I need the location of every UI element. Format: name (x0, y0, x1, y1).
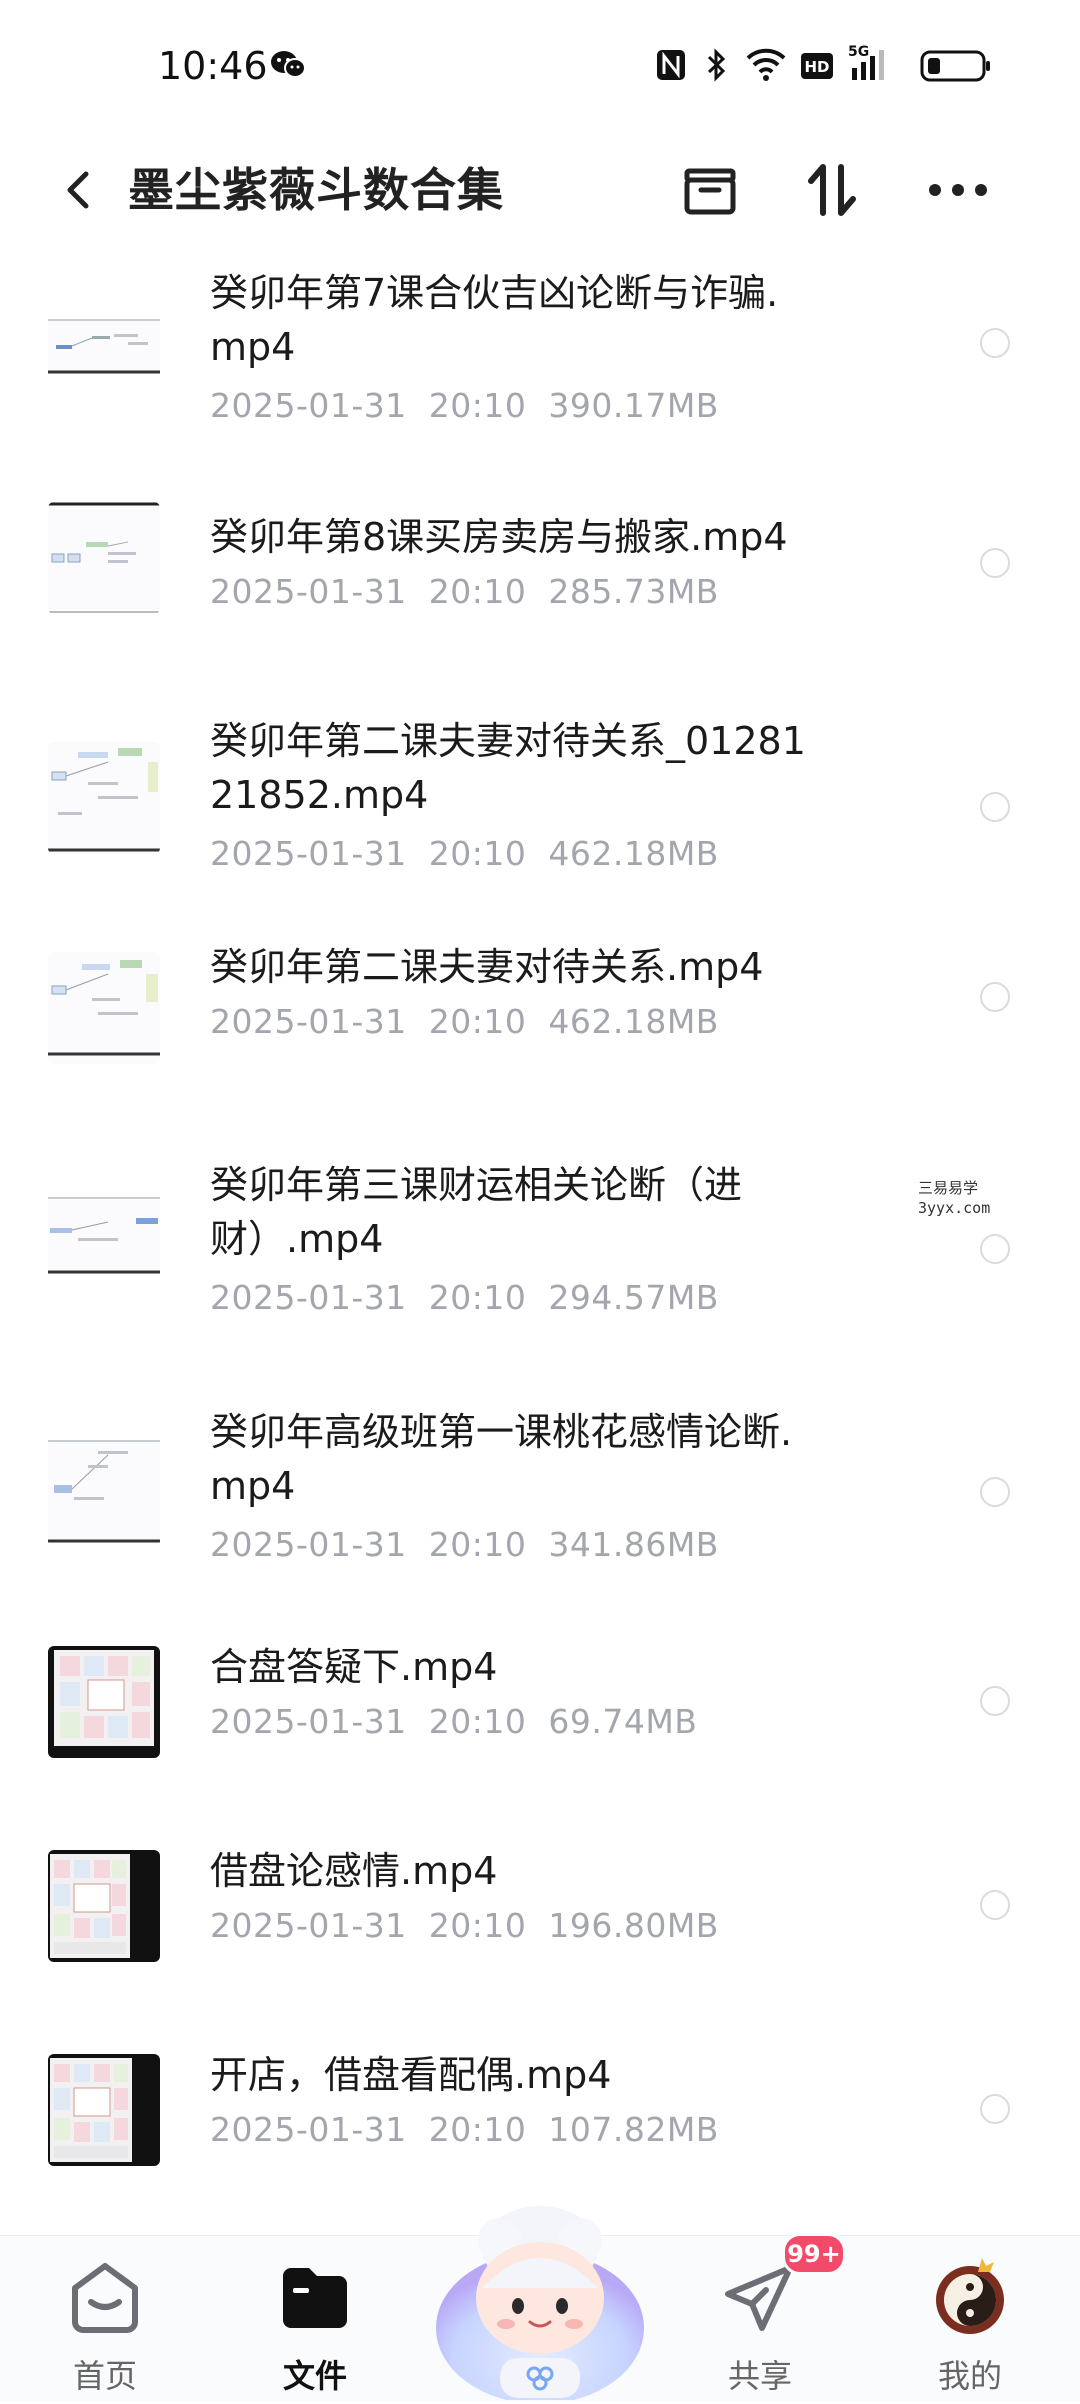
select-radio[interactable] (980, 328, 1010, 358)
file-meta: 2025-01-31 20:10 462.18MB (210, 1002, 719, 1041)
home-icon (72, 2263, 138, 2333)
watermark-line1: 三易易学 (918, 1179, 979, 1197)
file-row[interactable]: 合盘答疑下.mp4 2025-01-31 20:10 69.74MB (0, 1640, 1080, 1820)
top-bar: 墨尘紫薇斗数合集 (0, 130, 1080, 250)
file-name: 癸卯年第三课财运相关论断（进财）.mp4 (210, 1163, 743, 1261)
yin-yang-avatar-icon (936, 2258, 1004, 2334)
hd-icon: HD (800, 52, 834, 84)
status-time: 10:46 (158, 44, 268, 88)
file-row[interactable]: 癸卯年第二课夫妻对待关系.mp4 2025-01-31 20:10 462.18… (0, 940, 1080, 1120)
nav-share-label: 共享 (727, 2357, 792, 2395)
share-badge: 99+ (782, 2233, 846, 2275)
svg-text:5G: 5G (848, 44, 869, 60)
video-thumbnail (48, 1646, 160, 1758)
assistant-mascot-button[interactable] (430, 2178, 650, 2404)
file-name: 癸卯年第二课夫妻对待关系_0128121852.mp4 (210, 719, 806, 817)
video-thumbnail (48, 1850, 160, 1962)
nav-files[interactable]: 文件 (235, 2236, 395, 2401)
wechat-icon (270, 50, 306, 84)
signal-5g-icon: 5G (848, 42, 896, 86)
back-arrow-icon (67, 171, 89, 209)
file-meta: 2025-01-31 20:10 69.74MB (210, 1702, 698, 1741)
file-row[interactable]: 癸卯年第二课夫妻对待关系_0128121852.mp4 2025-01-31 2… (0, 700, 1080, 910)
nav-mine-label: 我的 (937, 2357, 1002, 2395)
archive-icon (684, 168, 736, 215)
select-radio[interactable] (980, 1234, 1010, 1264)
battery-icon (920, 50, 992, 86)
video-thumbnail (48, 742, 160, 854)
video-thumbnail (48, 290, 160, 402)
file-row[interactable]: 癸卯年第7课合伙吉凶论断与诈骗.mp4 2025-01-31 20:10 390… (0, 250, 1080, 460)
file-name: 开店，借盘看配偶.mp4 (210, 2053, 612, 2097)
file-row[interactable]: 癸卯年高级班第一课桃花感情论断.mp4 2025-01-31 20:10 341… (0, 1395, 1080, 1605)
file-meta: 2025-01-31 20:10 341.86MB (210, 1525, 719, 1564)
video-thumbnail (48, 2054, 160, 2166)
select-radio[interactable] (980, 1686, 1010, 1716)
file-meta: 2025-01-31 20:10 107.82MB (210, 2110, 719, 2149)
nfc-icon (655, 48, 687, 86)
file-name: 合盘答疑下.mp4 (210, 1645, 498, 1689)
video-thumbnail (48, 952, 160, 1064)
select-radio[interactable] (980, 1890, 1010, 1920)
file-name: 借盘论感情.mp4 (210, 1849, 498, 1893)
file-row[interactable]: 癸卯年第8课买房卖房与搬家.mp4 2025-01-31 20:10 285.7… (0, 490, 1080, 670)
folder-icon (283, 2268, 347, 2328)
more-button[interactable] (918, 150, 998, 230)
nav-mine[interactable]: 我的 (890, 2236, 1050, 2401)
file-row[interactable]: 借盘论感情.mp4 2025-01-31 20:10 196.80MB (0, 1844, 1080, 2024)
video-thumbnail (48, 1178, 160, 1290)
select-radio[interactable] (980, 2094, 1010, 2124)
svg-text:HD: HD (804, 58, 829, 76)
file-name: 癸卯年第7课合伙吉凶论断与诈骗.mp4 (210, 271, 779, 369)
file-name: 癸卯年第二课夫妻对待关系.mp4 (210, 945, 764, 989)
file-name: 癸卯年高级班第一课桃花感情论断.mp4 (210, 1410, 793, 1508)
back-button[interactable] (50, 158, 110, 222)
file-meta: 2025-01-31 20:10 196.80MB (210, 1906, 719, 1945)
file-meta: 2025-01-31 20:10 390.17MB (210, 386, 719, 425)
nav-home-label: 首页 (72, 2357, 137, 2395)
file-meta: 2025-01-31 20:10 294.57MB (210, 1278, 719, 1317)
archive-button[interactable] (670, 150, 750, 230)
watermark: 三易易学 3yyx.com (918, 1178, 990, 1218)
video-thumbnail (48, 1435, 160, 1547)
status-bar: 10:46 HD 5G (0, 0, 1080, 130)
sort-icon (808, 164, 856, 216)
select-radio[interactable] (980, 792, 1010, 822)
file-list: 癸卯年第7课合伙吉凶论断与诈骗.mp4 2025-01-31 20:10 390… (0, 250, 1080, 2235)
watermark-line2: 3yyx.com (918, 1199, 991, 1217)
file-name: 癸卯年第8课买房卖房与搬家.mp4 (210, 515, 788, 559)
select-radio[interactable] (980, 1477, 1010, 1507)
file-meta: 2025-01-31 20:10 285.73MB (210, 572, 719, 611)
video-thumbnail (48, 502, 160, 614)
wifi-icon (745, 46, 787, 86)
page-title: 墨尘紫薇斗数合集 (128, 163, 504, 217)
select-radio[interactable] (980, 982, 1010, 1012)
bluetooth-icon (705, 48, 729, 86)
file-meta: 2025-01-31 20:10 462.18MB (210, 834, 719, 873)
more-icon (929, 184, 987, 196)
nav-home[interactable]: 首页 (25, 2236, 185, 2401)
select-radio[interactable] (980, 548, 1010, 578)
sort-button[interactable] (792, 150, 872, 230)
nav-files-label: 文件 (282, 2357, 347, 2395)
